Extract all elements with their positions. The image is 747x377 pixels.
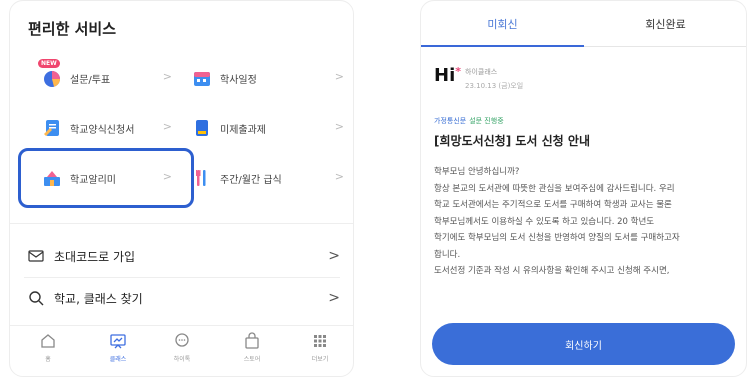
body-line: 도서선정 기준과 작성 시 유의사항을 확인해 주시고 신청해 주시면, xyxy=(434,266,670,276)
status-label: 설문 진행중 xyxy=(469,117,504,125)
message-meta: 가정통신문 설문 진행중 xyxy=(434,116,504,126)
assignment-icon xyxy=(192,118,212,138)
service-calendar[interactable]: 학사일정 > xyxy=(192,63,344,93)
more-grid-icon xyxy=(311,332,329,350)
find-class-row[interactable]: 학교, 클래스 찾기 > xyxy=(28,285,340,311)
service-survey[interactable]: NEW 설문/투표 > xyxy=(38,59,172,93)
reply-tabs: 미회신 회신완료 xyxy=(421,1,746,47)
services-panel: 편리한 서비스 NEW 설문/투표 > 학사일정 > 학교양식신청서 > 미제출… xyxy=(9,0,354,377)
tab-class[interactable]: 클래스 xyxy=(98,332,138,363)
service-label: 미제출과제 xyxy=(220,124,266,136)
pie-chart-icon: NEW xyxy=(38,59,62,88)
chevron-right-icon: > xyxy=(162,120,172,133)
hiclass-logo: Hi* xyxy=(434,65,461,86)
category-label: 가정통신문 xyxy=(434,117,467,125)
service-label: 학사일정 xyxy=(220,74,257,86)
service-label: 설문/투표 xyxy=(70,74,111,86)
home-icon xyxy=(39,332,57,350)
divider xyxy=(24,277,340,278)
row-label: 초대코드로 가입 xyxy=(54,249,136,264)
highlight-box xyxy=(18,148,194,208)
message-title: [희망도서신청] 도서 신청 안내 xyxy=(434,134,590,148)
body-line: 학기에도 학부모님의 도서 신청을 반영하여 양질의 도서를 구매하고자 xyxy=(434,233,680,243)
service-meal[interactable]: 주간/월간 급식 > xyxy=(192,163,344,193)
store-bag-icon xyxy=(243,332,261,350)
chevron-right-icon: > xyxy=(334,70,344,83)
message-panel: 미회신 회신완료 Hi* 하이클래스 23.10.13 (금)오일 가정통신문 설… xyxy=(420,0,747,377)
service-label: 학교양식신청서 xyxy=(70,124,135,136)
tab-label: 스토어 xyxy=(243,356,261,363)
form-document-icon xyxy=(42,118,62,138)
chevron-right-icon: > xyxy=(162,70,172,83)
tab-label: 홈 xyxy=(45,356,51,363)
body-line: 학부모님께서도 이용하실 수 있도록 하고 있습니다. 20 학년도 xyxy=(434,216,655,227)
tab-more[interactable]: 더보기 xyxy=(300,332,340,363)
tab-store[interactable]: 스토어 xyxy=(232,332,272,363)
tab-label: 클래스 xyxy=(109,356,127,363)
body-line: 항상 본교의 도서관에 따뜻한 관심을 보여주심에 감사드립니다. 우리 xyxy=(434,183,675,194)
chevron-right-icon: > xyxy=(334,120,344,133)
tab-label: 하이톡 xyxy=(173,356,191,363)
tab-label: 더보기 xyxy=(311,356,329,363)
tab-home[interactable]: 홈 xyxy=(28,332,68,363)
class-icon xyxy=(109,332,127,350)
service-assignment[interactable]: 미제출과제 > xyxy=(192,113,344,143)
sent-date: 23.10.13 (금)오일 xyxy=(465,82,524,90)
logo-accent: * xyxy=(455,65,461,78)
bottom-tab-bar: 홈 클래스 하이톡 스토어 더보기 xyxy=(10,325,353,376)
chat-icon xyxy=(173,332,191,350)
logo-text: Hi xyxy=(434,65,456,86)
chevron-right-icon: > xyxy=(334,170,344,183)
service-label: 주간/월간 급식 xyxy=(220,174,282,186)
tab-hitalk[interactable]: 하이톡 xyxy=(162,332,202,363)
message-body: 학부모님 안녕하십니까? 항상 본교의 도서관에 따뜻한 관심을 보여주심에 감… xyxy=(434,164,732,280)
tab-replied[interactable]: 회신완료 xyxy=(584,16,746,32)
tab-unreplied[interactable]: 미회신 xyxy=(421,16,584,32)
divider xyxy=(10,223,353,224)
chevron-right-icon: > xyxy=(328,290,340,306)
chevron-right-icon: > xyxy=(328,248,340,264)
envelope-icon xyxy=(28,248,44,264)
service-form[interactable]: 학교양식신청서 > xyxy=(42,113,172,143)
active-tab-indicator xyxy=(421,45,584,47)
body-line: 합니다. xyxy=(434,249,461,260)
row-label: 학교, 클래스 찾기 xyxy=(54,291,143,306)
body-line: 학부모님 안녕하십니까? xyxy=(434,167,520,177)
invite-code-row[interactable]: 초대코드로 가입 > xyxy=(28,243,340,269)
new-badge: NEW xyxy=(38,59,60,68)
meal-utensils-icon xyxy=(192,168,212,188)
calendar-icon xyxy=(192,68,212,88)
search-icon xyxy=(28,290,44,306)
section-title: 편리한 서비스 xyxy=(28,20,117,38)
body-line: 학교 도서관에서는 주기적으로 도서를 구매하여 학생과 교사는 물론 xyxy=(434,200,672,210)
sender-name: 하이클래스 xyxy=(465,68,498,76)
reply-button[interactable]: 회신하기 xyxy=(432,323,735,365)
